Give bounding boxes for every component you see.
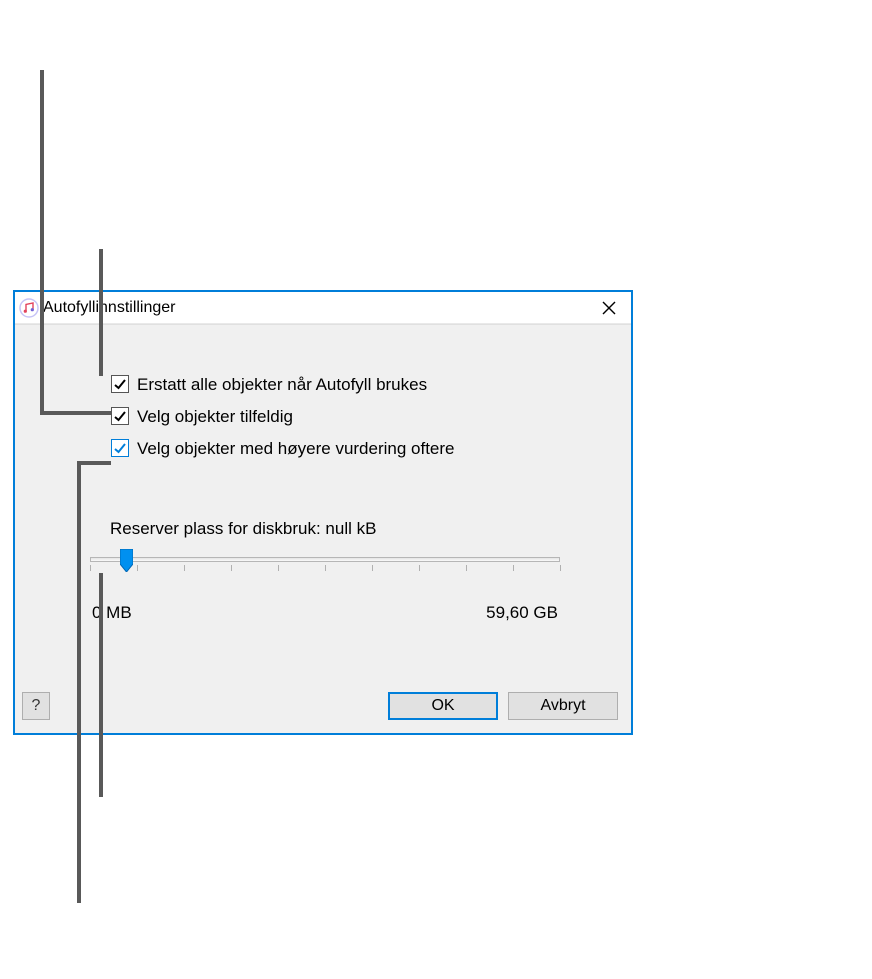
slider-track [90,557,560,562]
checkbox-label: Velg objekter tilfeldig [137,408,293,425]
checkbox-higher-rated[interactable] [111,439,129,457]
close-button[interactable] [587,292,631,324]
callout-line [77,461,111,465]
callout-line [99,249,103,376]
slider-thumb[interactable] [120,549,133,572]
checkbox-replace-all[interactable] [111,375,129,393]
callout-line [99,573,103,797]
dialog-buttons: OK Avbryt [388,692,618,720]
option-random: Velg objekter tilfeldig [111,407,455,425]
itunes-icon [19,298,39,318]
checkbox-random[interactable] [111,407,129,425]
reserve-space-slider[interactable] [90,551,560,581]
cancel-button-label: Avbryt [540,697,585,715]
slider-max-label: 59,60 GB [486,603,558,623]
checkbox-label: Velg objekter med høyere vurdering ofter… [137,440,455,457]
ok-button-label: OK [431,697,454,715]
slider-range-labels: 0 MB 59,60 GB [90,603,560,623]
help-icon: ? [32,697,41,715]
check-icon [113,409,127,423]
check-icon [113,377,127,391]
dialog-content: Erstatt alle objekter når Autofyll bruke… [15,324,631,733]
slider-min-label: 0 MB [92,603,132,623]
autofill-settings-dialog: Autofyllinnstillinger Erstatt alle objek… [13,290,633,735]
cancel-button[interactable]: Avbryt [508,692,618,720]
slider-label: Reserver plass for diskbruk: null kB [90,519,560,539]
check-icon [113,441,127,455]
reserve-space-section: Reserver plass for diskbruk: null kB [90,519,560,623]
options-group: Erstatt alle objekter når Autofyll bruke… [111,375,455,471]
close-icon [602,301,616,315]
checkbox-label: Erstatt alle objekter når Autofyll bruke… [137,376,427,393]
option-higher-rated: Velg objekter med høyere vurdering ofter… [111,439,455,457]
callout-line [40,70,44,414]
option-replace-all: Erstatt alle objekter når Autofyll bruke… [111,375,455,393]
callout-line [77,461,81,903]
titlebar: Autofyllinnstillinger [15,292,631,324]
help-button[interactable]: ? [22,692,50,720]
window-title: Autofyllinnstillinger [43,299,176,317]
ok-button[interactable]: OK [388,692,498,720]
callout-line [40,411,111,415]
